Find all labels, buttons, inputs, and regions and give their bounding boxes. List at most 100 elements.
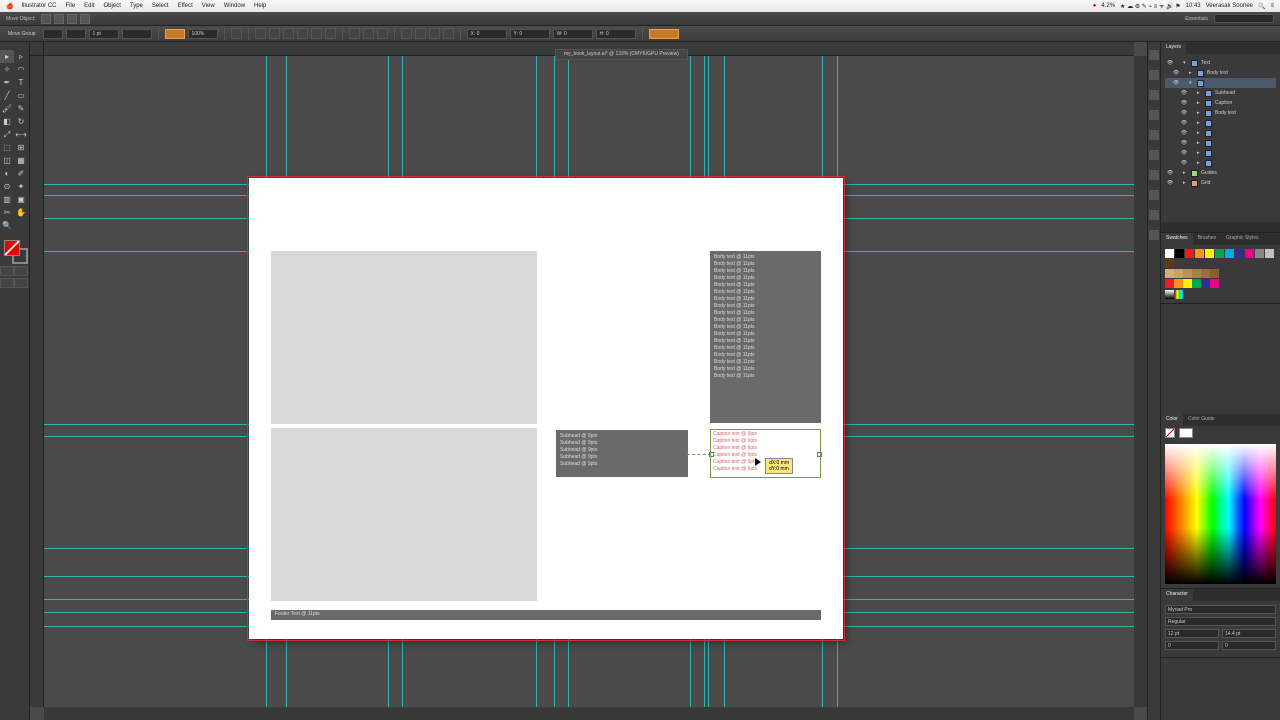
align-b-icon[interactable] xyxy=(325,28,336,39)
tab-color-guide[interactable]: Color Guide xyxy=(1183,414,1220,426)
hand-tool[interactable]: ✋ xyxy=(14,206,28,219)
dock-icon[interactable] xyxy=(1149,50,1159,60)
dist-h-icon[interactable] xyxy=(349,28,360,39)
dock-icon[interactable] xyxy=(1149,150,1159,160)
stroke-dd[interactable] xyxy=(66,29,86,39)
layer-row[interactable]: 👁▸ xyxy=(1165,158,1276,168)
color-spectrum[interactable] xyxy=(1165,444,1276,584)
ruler-vertical[interactable] xyxy=(30,56,44,707)
mesh-tool[interactable]: ▦ xyxy=(14,154,28,167)
menu-object[interactable]: Object xyxy=(104,3,121,9)
align-c-icon[interactable] xyxy=(269,28,280,39)
fill-stroke-control[interactable] xyxy=(0,238,29,264)
swatch[interactable] xyxy=(1165,249,1174,258)
workspace-switcher[interactable]: Essentials xyxy=(1185,16,1208,22)
scrollbar-vertical[interactable] xyxy=(1134,56,1147,707)
menu-icon[interactable]: ≡ xyxy=(1270,3,1274,9)
perspective-tool[interactable]: ◫ xyxy=(0,154,14,167)
menu-effect[interactable]: Effect xyxy=(178,3,193,9)
layer-row[interactable]: 👁▸Body text xyxy=(1165,68,1276,78)
tab-character[interactable]: Character xyxy=(1161,589,1193,601)
transform-h[interactable]: H: 0 xyxy=(596,29,636,39)
artboard[interactable]: Body text @ 11ptsBody text @ 11ptsBody t… xyxy=(249,178,843,639)
rectangle-tool[interactable]: ▭ xyxy=(14,89,28,102)
eraser-tool[interactable]: ◧ xyxy=(0,115,14,128)
draw-behind[interactable] xyxy=(14,266,28,276)
dock-icon[interactable] xyxy=(1149,90,1159,100)
swatch[interactable] xyxy=(1205,249,1214,258)
pf-unite-icon[interactable] xyxy=(401,28,412,39)
align-l-icon[interactable] xyxy=(255,28,266,39)
help-search-input[interactable] xyxy=(1214,14,1274,23)
layer-row[interactable]: 👁▾ xyxy=(1165,78,1276,88)
transform-w[interactable]: W: 0 xyxy=(553,29,593,39)
shape-builder-tool[interactable]: ⊞ xyxy=(14,141,28,154)
dock-icon[interactable] xyxy=(1149,170,1159,180)
arrange-icon[interactable] xyxy=(80,14,90,24)
tab-layers[interactable]: Layers xyxy=(1161,42,1186,54)
swatch[interactable] xyxy=(1195,249,1204,258)
tab-color[interactable]: Color xyxy=(1161,414,1183,426)
layer-row[interactable]: 👁▸Guides xyxy=(1165,168,1276,178)
dock-icon[interactable] xyxy=(1149,130,1159,140)
width-tool[interactable]: ⟷ xyxy=(14,128,28,141)
tab-swatches[interactable]: Swatches xyxy=(1161,233,1193,245)
font-family[interactable]: Myriad Pro xyxy=(1165,605,1276,614)
pen-tool[interactable]: ✒ xyxy=(0,76,14,89)
transform-y[interactable]: Y: 0 xyxy=(510,29,550,39)
align-r-icon[interactable] xyxy=(283,28,294,39)
graph-tool[interactable]: ▥ xyxy=(0,193,14,206)
layer-row[interactable]: 👁▸Subhead xyxy=(1165,88,1276,98)
layer-row[interactable]: 👁▸ xyxy=(1165,138,1276,148)
recolor-icon[interactable] xyxy=(231,28,242,39)
pf-exclude-icon[interactable] xyxy=(443,28,454,39)
direct-select-tool[interactable]: ▹ xyxy=(14,50,28,63)
pf-intersect-icon[interactable] xyxy=(429,28,440,39)
image-placeholder[interactable] xyxy=(271,428,537,601)
brush-dd[interactable] xyxy=(165,29,185,39)
image-placeholder[interactable] xyxy=(271,251,537,424)
scrollbar-horizontal[interactable] xyxy=(44,707,1134,720)
viewport[interactable]: Body text @ 11ptsBody text @ 11ptsBody t… xyxy=(44,56,1134,707)
apple-icon[interactable]: 🍎 xyxy=(6,3,13,10)
swatch[interactable] xyxy=(1225,249,1234,258)
menu-edit[interactable]: Edit xyxy=(84,3,94,9)
bridge-icon[interactable] xyxy=(67,14,77,24)
blend-tool[interactable]: ⊙ xyxy=(0,180,14,193)
dock-icon[interactable] xyxy=(1149,70,1159,80)
menu-type[interactable]: Type xyxy=(130,3,143,9)
dock-icon[interactable] xyxy=(1149,190,1159,200)
dock-icon[interactable] xyxy=(1149,210,1159,220)
gradient-tool[interactable]: ◐ xyxy=(0,167,14,180)
subhead-text-block[interactable]: Subhead @ 9ptsSubhead @ 9ptsSubhead @ 9p… xyxy=(556,430,688,477)
line-tool[interactable]: ╱ xyxy=(0,89,14,102)
stroke-style[interactable] xyxy=(122,29,152,39)
type-tool[interactable]: T xyxy=(14,76,28,89)
free-transform-tool[interactable]: ⬚ xyxy=(0,141,14,154)
rotate-tool[interactable]: ↻ xyxy=(14,115,28,128)
swatch[interactable] xyxy=(1215,249,1224,258)
align-t-icon[interactable] xyxy=(297,28,308,39)
layer-row[interactable]: 👁▸Body text xyxy=(1165,108,1276,118)
menu-window[interactable]: Window xyxy=(224,3,245,9)
swatch[interactable] xyxy=(1235,249,1244,258)
fill-dd[interactable] xyxy=(43,29,63,39)
app-name[interactable]: Illustrator CC xyxy=(21,3,56,9)
paintbrush-tool[interactable]: 🖌 xyxy=(0,102,14,115)
scale-tool[interactable]: ⤢ xyxy=(0,128,14,141)
lasso-tool[interactable]: ◠ xyxy=(14,63,28,76)
screen-mode[interactable] xyxy=(0,278,14,288)
swatch[interactable] xyxy=(1245,249,1254,258)
dock-icon[interactable] xyxy=(1149,110,1159,120)
dist-sp-icon[interactable] xyxy=(377,28,388,39)
transform-x[interactable]: X: 0 xyxy=(467,29,507,39)
layer-row[interactable]: 👁▸Grid xyxy=(1165,178,1276,188)
kerning[interactable]: 0 xyxy=(1165,641,1219,650)
magic-wand-tool[interactable]: ✧ xyxy=(0,63,14,76)
tracking[interactable]: 0 xyxy=(1222,641,1276,650)
zoom-tool[interactable]: 🔍 xyxy=(0,219,14,232)
footer-text-block[interactable]: Footer Text @ 11pts xyxy=(271,610,821,620)
font-style[interactable]: Regular xyxy=(1165,617,1276,626)
ruler-origin[interactable] xyxy=(30,42,44,56)
menu-select[interactable]: Select xyxy=(152,3,169,9)
